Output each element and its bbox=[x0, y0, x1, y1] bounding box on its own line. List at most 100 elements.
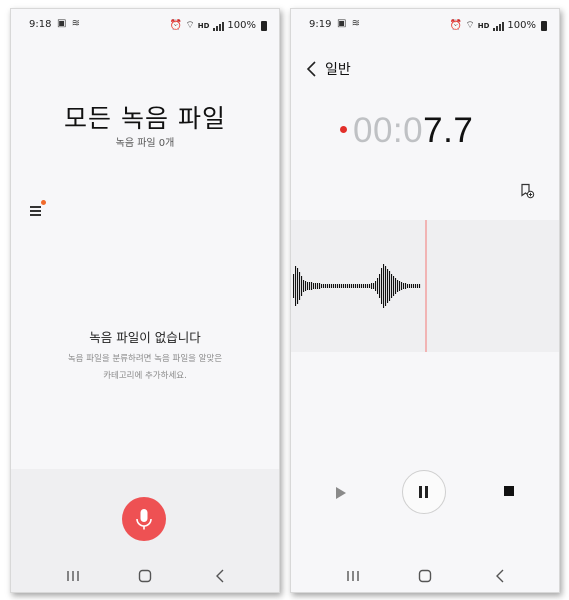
nav-back-icon[interactable] bbox=[210, 566, 230, 586]
waveform-bar bbox=[373, 283, 375, 289]
recents-icon[interactable] bbox=[63, 566, 83, 586]
waveform-bar bbox=[335, 284, 337, 288]
status-bar: 9:18 ▣ ≋ ⏰ ⌔ HD 100% bbox=[11, 9, 279, 39]
wifi-icon: ⌔ bbox=[185, 20, 195, 31]
waveform-bar bbox=[391, 274, 393, 298]
home-icon[interactable] bbox=[135, 566, 155, 586]
waveform-bar bbox=[393, 276, 395, 296]
waveform-bar bbox=[301, 276, 303, 296]
navigation-bar bbox=[291, 564, 559, 588]
timer-bright: 7.7 bbox=[423, 111, 474, 150]
network-label: HD bbox=[197, 21, 210, 30]
timer-dim: 00:0 bbox=[353, 111, 424, 150]
waveform-bar bbox=[315, 283, 317, 289]
stop-button[interactable] bbox=[504, 486, 514, 496]
waveform-bar bbox=[333, 284, 335, 288]
waveform-bar bbox=[385, 266, 387, 306]
home-icon[interactable] bbox=[415, 566, 435, 586]
waveform-bar bbox=[319, 283, 321, 289]
waveform-bar bbox=[349, 284, 351, 288]
wifi-icon: ⌔ bbox=[465, 20, 475, 31]
recording-indicator bbox=[340, 126, 347, 133]
menu-icon[interactable] bbox=[30, 205, 42, 217]
waveform-bar bbox=[357, 284, 359, 288]
waveform-bar bbox=[353, 284, 355, 288]
empty-state-description: 녹음 파일을 분류하려면 녹음 파일을 알맞은 카테고리에 추가하세요. bbox=[51, 351, 239, 385]
header: 일반 bbox=[305, 57, 351, 81]
battery-percent: 100% bbox=[227, 20, 256, 31]
waveform-bar bbox=[371, 283, 373, 289]
status-right: ⏰ ⌔ HD 100% bbox=[450, 19, 547, 32]
waveform-bar bbox=[403, 283, 405, 289]
waveform-bar bbox=[343, 284, 345, 288]
waveform-bar bbox=[293, 274, 295, 298]
waveform-bar bbox=[309, 282, 311, 290]
navigation-bar bbox=[11, 564, 279, 588]
status-time: 9:18 bbox=[29, 19, 52, 30]
waveform-bar bbox=[355, 284, 357, 288]
waveform-bar bbox=[389, 271, 391, 301]
battery-percent: 100% bbox=[507, 20, 536, 31]
waveform-bar bbox=[307, 282, 309, 290]
waveform-bar bbox=[417, 284, 419, 288]
alarm-icon: ⏰ bbox=[449, 20, 463, 31]
waveform-bar bbox=[351, 284, 353, 288]
bookmark-icon[interactable] bbox=[519, 183, 535, 199]
waveform-bar bbox=[327, 284, 329, 288]
microphone-icon bbox=[136, 509, 152, 530]
waveform-bar bbox=[317, 283, 319, 289]
waveform-bar bbox=[375, 281, 377, 291]
waveform-bar bbox=[311, 282, 313, 290]
waveform-bar bbox=[401, 282, 403, 290]
waveform-bar bbox=[409, 284, 411, 288]
waveform-bar bbox=[367, 284, 369, 288]
back-icon[interactable] bbox=[305, 59, 319, 79]
waveform-bar bbox=[415, 284, 417, 288]
waveform-bar bbox=[329, 284, 331, 288]
waveform-bar bbox=[323, 284, 325, 288]
waveform-bar bbox=[295, 266, 297, 306]
waveform-bar bbox=[399, 281, 401, 291]
waveform-bar bbox=[365, 284, 367, 288]
waveform-bar bbox=[345, 284, 347, 288]
waveform-bar bbox=[313, 283, 315, 289]
waveform-bar bbox=[339, 284, 341, 288]
waveform-bar bbox=[337, 284, 339, 288]
nav-back-icon[interactable] bbox=[490, 566, 510, 586]
waveform-bar bbox=[381, 268, 383, 304]
category-title: 일반 bbox=[325, 62, 351, 78]
waveform-bar bbox=[397, 280, 399, 292]
battery-icon bbox=[261, 20, 267, 31]
waveform-bar bbox=[379, 274, 381, 298]
recording-screen: 9:19 ▣ ≋ ⏰ ⌔ HD 100% 일반 00:07.7 bbox=[290, 8, 560, 593]
waveform-bar bbox=[305, 281, 307, 291]
page-title: 모든 녹음 파일 bbox=[64, 104, 226, 133]
waveform-bar bbox=[377, 278, 379, 294]
waveform-bar bbox=[419, 284, 421, 288]
notification-icons: ▣ ≋ bbox=[57, 18, 82, 29]
waveform-bar bbox=[299, 272, 301, 300]
waveform-bar bbox=[407, 284, 409, 288]
waveform-bar bbox=[303, 280, 305, 292]
notification-icons: ▣ ≋ bbox=[337, 18, 362, 29]
waveform-bar bbox=[341, 284, 343, 288]
waveform-bar bbox=[297, 268, 299, 304]
empty-desc-line-2: 카테고리에 추가하세요. bbox=[103, 371, 187, 381]
waveform-bar bbox=[383, 264, 385, 308]
record-button[interactable] bbox=[122, 497, 166, 541]
notification-dot bbox=[41, 200, 46, 205]
waveform-bar bbox=[325, 284, 327, 288]
waveform-bar bbox=[413, 284, 415, 288]
recents-icon[interactable] bbox=[343, 566, 363, 586]
waveform bbox=[293, 220, 427, 352]
recording-count: 녹음 파일 0개 bbox=[115, 138, 175, 149]
signal-icon bbox=[492, 20, 505, 31]
waveform-bar bbox=[363, 284, 365, 288]
status-time: 9:19 bbox=[309, 19, 332, 30]
play-icon[interactable] bbox=[335, 486, 347, 500]
signal-icon bbox=[212, 20, 225, 31]
empty-state-title: 녹음 파일이 없습니다 bbox=[89, 330, 201, 345]
waveform-bar bbox=[331, 284, 333, 288]
pause-button[interactable] bbox=[402, 470, 446, 514]
empty-desc-line-1: 녹음 파일을 분류하려면 녹음 파일을 알맞은 bbox=[67, 354, 223, 364]
